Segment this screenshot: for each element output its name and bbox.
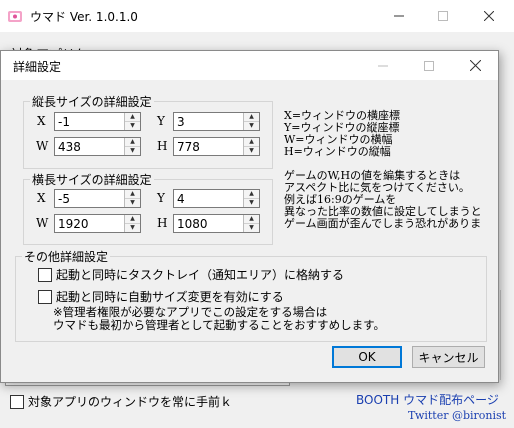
spin-up-icon[interactable]: ▲ [125, 113, 140, 122]
landscape-w-spinner[interactable]: ▲▼ [54, 214, 141, 233]
main-minimize-button[interactable] [376, 0, 422, 32]
auto-resize-on-start-label[interactable]: 起動と同時に自動サイズ変更を有効にする [56, 288, 284, 305]
twitter-handle[interactable]: Twitter @bironist [408, 409, 506, 422]
spin-down-icon[interactable]: ▼ [244, 147, 259, 155]
main-close-button[interactable] [466, 0, 512, 32]
spin-up-icon[interactable]: ▲ [125, 215, 140, 224]
aspect-warning-line5: ゲーム画面が歪んでしまう恐れがありま [284, 217, 482, 230]
landscape-group-title: 横長サイズの詳細設定 [30, 171, 154, 188]
spin-down-icon[interactable]: ▼ [244, 224, 259, 232]
portrait-h-label: H [157, 139, 168, 153]
portrait-x-spinner[interactable]: ▲▼ [54, 112, 141, 131]
maximize-icon [424, 60, 434, 71]
landscape-h-label: H [157, 216, 168, 230]
spin-down-icon[interactable]: ▼ [125, 199, 140, 207]
close-icon [484, 11, 494, 21]
portrait-y-label: Y [157, 114, 165, 128]
other-settings-group: その他詳細設定 起動と同時にタスクトレイ（通知エリア）に格納する 起動と同時に自… [15, 248, 487, 342]
portrait-y-input[interactable] [174, 113, 244, 130]
dialog-maximize-button [406, 51, 452, 80]
spin-up-icon[interactable]: ▲ [244, 215, 259, 224]
main-maximize-button[interactable] [420, 0, 466, 32]
umado-app-icon [7, 8, 23, 24]
booth-distribution-link[interactable]: BOOTH ウマド配布ページ [356, 391, 499, 408]
topmost-checkbox[interactable] [10, 395, 24, 409]
ok-button[interactable]: OK [332, 346, 402, 368]
landscape-h-spinner[interactable]: ▲▼ [173, 214, 260, 233]
spin-down-icon[interactable]: ▼ [244, 122, 259, 130]
spin-down-icon[interactable]: ▼ [244, 199, 259, 207]
spin-down-icon[interactable]: ▼ [125, 122, 140, 130]
landscape-x-spinner[interactable]: ▲▼ [54, 189, 141, 208]
landscape-y-spinner[interactable]: ▲▼ [173, 189, 260, 208]
topmost-checkbox-label[interactable]: 対象アプリのウィンドウを常に手前ｋ [28, 393, 232, 410]
landscape-x-label: X [37, 191, 46, 205]
landscape-settings-group: 横長サイズの詳細設定 X ▲▼ Y ▲▼ W ▲▼ H ▲▼ [23, 171, 273, 245]
spin-up-icon[interactable]: ▲ [244, 190, 259, 199]
dialog-title: 詳細設定 [13, 60, 62, 74]
portrait-w-input[interactable] [55, 138, 125, 155]
landscape-w-input[interactable] [55, 215, 125, 232]
tray-on-start-checkbox[interactable] [38, 268, 52, 282]
portrait-settings-group: 縦長サイズの詳細設定 X ▲▼ Y ▲▼ W ▲▼ H ▲▼ [23, 93, 273, 169]
landscape-y-label: Y [157, 191, 165, 205]
portrait-x-label: X [37, 114, 46, 128]
minimize-icon [394, 15, 404, 17]
portrait-w-spinner[interactable]: ▲▼ [54, 137, 141, 156]
portrait-h-spinner[interactable]: ▲▼ [173, 137, 260, 156]
spin-up-icon[interactable]: ▲ [125, 138, 140, 147]
dialog-close-button[interactable] [452, 51, 498, 80]
landscape-x-input[interactable] [55, 190, 125, 207]
spin-down-icon[interactable]: ▼ [125, 147, 140, 155]
legend-h: H=ウィンドウの縦幅 [284, 145, 391, 158]
maximize-icon [438, 11, 448, 21]
close-icon [469, 60, 481, 71]
portrait-w-label: W [36, 139, 49, 153]
spin-up-icon[interactable]: ▲ [244, 138, 259, 147]
advanced-settings-dialog: 詳細設定 縦長サイズの詳細設定 X ▲▼ Y ▲▼ W ▲▼ H ▲▼ X=ウ [0, 50, 499, 383]
admin-note-line2: ウマドも最初から管理者として起動することをおすすめします。 [53, 318, 386, 332]
portrait-h-input[interactable] [174, 138, 244, 155]
portrait-x-input[interactable] [55, 113, 125, 130]
landscape-y-input[interactable] [174, 190, 244, 207]
auto-resize-on-start-checkbox[interactable] [38, 290, 52, 304]
portrait-y-spinner[interactable]: ▲▼ [173, 112, 260, 131]
portrait-group-title: 縦長サイズの詳細設定 [30, 93, 154, 110]
minimize-icon [378, 65, 388, 66]
dialog-minimize-button [360, 51, 406, 80]
other-group-title: その他詳細設定 [22, 248, 111, 265]
main-window-title: ウマド Ver. 1.0.1.0 [30, 10, 138, 24]
cancel-button[interactable]: キャンセル [412, 346, 485, 368]
spin-down-icon[interactable]: ▼ [125, 224, 140, 232]
landscape-w-label: W [36, 216, 49, 230]
landscape-h-input[interactable] [174, 215, 244, 232]
spin-up-icon[interactable]: ▲ [244, 113, 259, 122]
tray-on-start-label[interactable]: 起動と同時にタスクトレイ（通知エリア）に格納する [56, 266, 344, 283]
spin-up-icon[interactable]: ▲ [125, 190, 140, 199]
